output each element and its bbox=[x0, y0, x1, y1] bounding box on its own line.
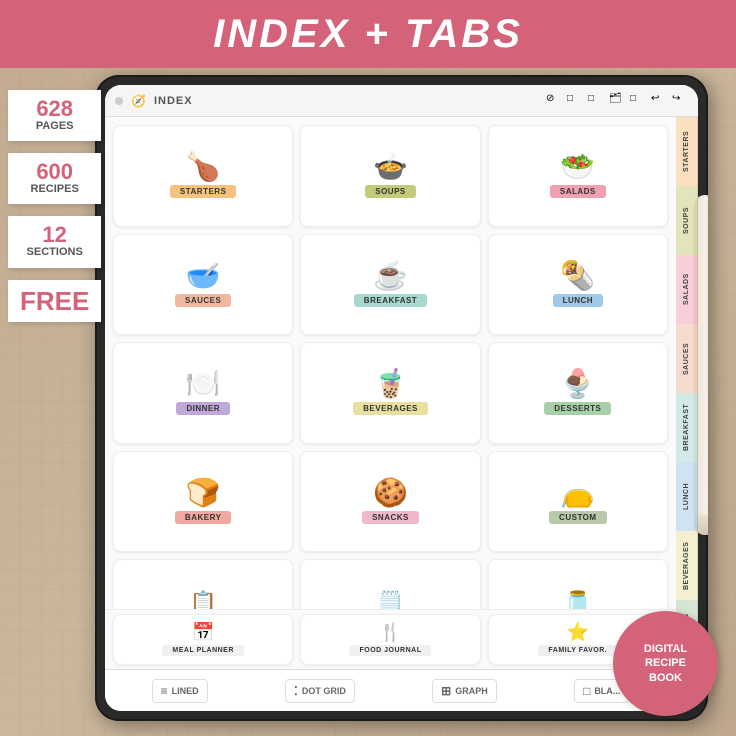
dinner-icon: 🍽️ bbox=[186, 370, 221, 398]
tab-graph[interactable]: ⊞ GRAPH bbox=[432, 679, 497, 703]
tile-bakery[interactable]: 🍞 BAKERY bbox=[113, 451, 293, 553]
tile-desserts[interactable]: 🍨 DESSERTS bbox=[488, 342, 668, 444]
stat-sections-label: SECTIONS bbox=[20, 246, 89, 259]
stat-recipes-number: 600 bbox=[20, 161, 89, 183]
badge-line3: BOOK bbox=[649, 671, 682, 685]
bakery-label: BAKERY bbox=[175, 511, 231, 524]
ipad-bottom-bar: ≡ LINED ⁚ DOT GRID ⊞ GRAPH □ BLA... bbox=[105, 669, 676, 711]
snacks-label: SNACKS bbox=[362, 511, 419, 524]
soups-label: SOUPS bbox=[365, 185, 416, 198]
tab-lined[interactable]: ≡ LINED bbox=[152, 679, 208, 703]
breakfast-icon: ☕ bbox=[373, 262, 408, 290]
banner-title: INDEX + TABS bbox=[213, 12, 523, 57]
blank-label: BLA... bbox=[594, 686, 620, 696]
stat-pages: 628 PAGES bbox=[8, 90, 101, 141]
tab-breakfast[interactable]: BREAKFAST bbox=[676, 393, 698, 462]
stat-free: FREE bbox=[8, 280, 101, 322]
tile-snacks[interactable]: 🍪 SNACKS bbox=[300, 451, 480, 553]
stat-sections-number: 12 bbox=[20, 224, 89, 246]
tile-custom[interactable]: 👝 CUSTOM bbox=[488, 451, 668, 553]
badge-line2: RECIPE bbox=[645, 656, 686, 670]
food-journal-label: FOOD JOURNAL bbox=[349, 645, 431, 656]
dinner-label: DINNER bbox=[176, 402, 230, 415]
toolbar-icons: ⊘ □ □ 🗂 □ ↩ ↪ bbox=[546, 93, 688, 109]
index-label: INDEX bbox=[154, 95, 193, 107]
side-tabs: STARTERS SOUPS SALADS SAUCES BREAKFAST L… bbox=[676, 117, 698, 669]
tile-soups[interactable]: 🍲 SOUPS bbox=[300, 125, 480, 227]
toolbar-icon-4[interactable]: 🗂 bbox=[609, 93, 625, 109]
compass-icon: 🧭 bbox=[131, 94, 146, 108]
toolbar-icon-6[interactable]: ↩ bbox=[651, 93, 667, 109]
dot-grid-icon: ⁚ bbox=[294, 684, 298, 698]
tile-breakfast[interactable]: ☕ BREAKFAST bbox=[300, 234, 480, 336]
beverages-label: BEVERAGES bbox=[353, 402, 428, 415]
graph-icon: ⊞ bbox=[441, 684, 451, 698]
bakery-icon: 🍞 bbox=[186, 479, 221, 507]
meal-planner-icon: 📅 bbox=[192, 623, 214, 641]
salads-label: SALADS bbox=[550, 185, 606, 198]
toolbar-icon-1[interactable]: ⊘ bbox=[546, 93, 562, 109]
sauces-icon: 🥣 bbox=[186, 262, 221, 290]
digital-recipe-badge: DIGITAL RECIPE BOOK bbox=[613, 611, 718, 716]
tab-lunch[interactable]: LUNCH bbox=[676, 462, 698, 531]
tab-dot-grid[interactable]: ⁚ DOT GRID bbox=[285, 679, 355, 703]
tile-sauces[interactable]: 🥣 SAUCES bbox=[113, 234, 293, 336]
tab-beverages[interactable]: BEVERAGES bbox=[676, 531, 698, 600]
meal-planner-label: MEAL PLANNER bbox=[162, 645, 243, 656]
tile-beverages[interactable]: 🧋 BEVERAGES bbox=[300, 342, 480, 444]
custom-label: CUSTOM bbox=[549, 511, 607, 524]
stat-pages-number: 628 bbox=[20, 98, 89, 120]
tile-starters[interactable]: 🍗 STARTERS bbox=[113, 125, 293, 227]
family-fav-label: FAMILY FAVOR. bbox=[538, 645, 617, 656]
sauces-label: SAUCES bbox=[175, 294, 231, 307]
stat-pages-label: PAGES bbox=[20, 120, 89, 133]
tab-starters[interactable]: STARTERS bbox=[676, 117, 698, 186]
stat-sections: 12 SECTIONS bbox=[8, 216, 101, 267]
extra-tiles-row: 📅 MEAL PLANNER 🍴 FOOD JOURNAL ⭐ FAMILY F… bbox=[105, 609, 676, 669]
toolbar-icon-2[interactable]: □ bbox=[567, 93, 583, 109]
dot-grid-label: DOT GRID bbox=[302, 686, 346, 696]
category-grid: 🍗 STARTERS 🍲 SOUPS 🥗 SALADS 🥣 SAUCES ☕ B… bbox=[105, 117, 676, 669]
breakfast-label: BREAKFAST bbox=[354, 294, 427, 307]
ipad-top-bar: 🧭 INDEX ⊘ □ □ 🗂 □ ↩ ↪ bbox=[105, 85, 698, 117]
lunch-icon: 🌯 bbox=[560, 262, 595, 290]
tab-salads[interactable]: SALADS bbox=[676, 255, 698, 324]
tile-dinner[interactable]: 🍽️ DINNER bbox=[113, 342, 293, 444]
snacks-icon: 🍪 bbox=[373, 479, 408, 507]
toolbar-icon-7[interactable]: ↪ bbox=[672, 93, 688, 109]
custom-icon: 👝 bbox=[560, 479, 595, 507]
graph-label: GRAPH bbox=[455, 686, 488, 696]
soups-icon: 🍲 bbox=[373, 153, 408, 181]
starters-icon: 🍗 bbox=[186, 153, 221, 181]
ipad-screen: 🧭 INDEX ⊘ □ □ 🗂 □ ↩ ↪ STARTERS SOUPS SAL… bbox=[105, 85, 698, 711]
lunch-label: LUNCH bbox=[553, 294, 604, 307]
camera-icon bbox=[115, 97, 123, 105]
stat-free-number: FREE bbox=[20, 288, 89, 314]
tab-sauces[interactable]: SAUCES bbox=[676, 324, 698, 393]
desserts-icon: 🍨 bbox=[560, 370, 595, 398]
salads-icon: 🥗 bbox=[560, 153, 595, 181]
top-banner: INDEX + TABS bbox=[0, 0, 736, 68]
desserts-label: DESSERTS bbox=[544, 402, 611, 415]
toolbar-icon-5[interactable]: □ bbox=[630, 93, 646, 109]
toolbar-icon-3[interactable]: □ bbox=[588, 93, 604, 109]
beverages-icon: 🧋 bbox=[373, 370, 408, 398]
blank-icon: □ bbox=[583, 684, 590, 698]
left-stats: 628 PAGES 600 RECIPES 12 SECTIONS FREE bbox=[8, 90, 101, 322]
tile-meal-planner[interactable]: 📅 MEAL PLANNER bbox=[113, 614, 293, 665]
stat-recipes-label: RECIPES bbox=[20, 183, 89, 196]
lined-label: LINED bbox=[172, 686, 199, 696]
badge-line1: DIGITAL bbox=[644, 642, 687, 656]
ipad-device: 🧭 INDEX ⊘ □ □ 🗂 □ ↩ ↪ STARTERS SOUPS SAL… bbox=[95, 75, 708, 721]
tab-soups[interactable]: SOUPS bbox=[676, 186, 698, 255]
food-journal-icon: 🍴 bbox=[379, 623, 401, 641]
lined-icon: ≡ bbox=[161, 684, 168, 698]
tile-food-journal[interactable]: 🍴 FOOD JOURNAL bbox=[300, 614, 480, 665]
starters-label: STARTERS bbox=[170, 185, 237, 198]
tile-lunch[interactable]: 🌯 LUNCH bbox=[488, 234, 668, 336]
stat-recipes: 600 RECIPES bbox=[8, 153, 101, 204]
tile-salads[interactable]: 🥗 SALADS bbox=[488, 125, 668, 227]
family-fav-icon: ⭐ bbox=[567, 623, 589, 641]
